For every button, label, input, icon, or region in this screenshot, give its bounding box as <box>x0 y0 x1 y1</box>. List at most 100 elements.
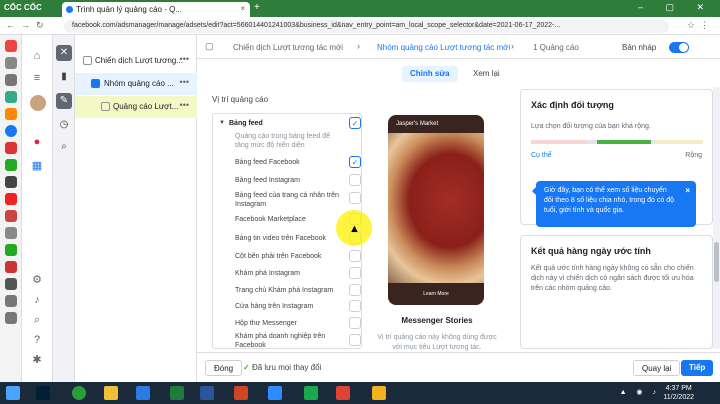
coccoc-icon[interactable] <box>304 386 318 400</box>
tree-adset[interactable]: Nhóm quảng cáo ... ••• <box>75 73 197 95</box>
gear-icon[interactable] <box>4 227 17 239</box>
bookmark-icon[interactable] <box>4 74 17 86</box>
bell-icon[interactable]: ♪ <box>30 293 44 307</box>
placement-checkbox[interactable] <box>349 250 361 262</box>
folder-icon[interactable] <box>104 386 118 400</box>
collapse-icon[interactable]: ▢ <box>205 41 214 52</box>
powerpoint-icon[interactable] <box>234 386 248 400</box>
shopping-icon[interactable] <box>4 244 17 256</box>
placement-checkbox[interactable] <box>349 267 361 279</box>
clock-icon[interactable]: ◷ <box>56 117 72 133</box>
bell-icon[interactable] <box>4 295 17 307</box>
tab-edit[interactable]: Chỉnh sửa <box>402 66 458 82</box>
shopee-icon[interactable] <box>4 142 17 154</box>
settings-icon[interactable] <box>4 57 17 69</box>
tiki-icon[interactable] <box>4 210 17 222</box>
new-tab-button[interactable]: + <box>254 2 260 13</box>
chrome-icon[interactable] <box>72 386 86 400</box>
close-button[interactable]: Đóng <box>205 360 243 376</box>
placement-checkbox[interactable] <box>349 317 361 329</box>
more-icon[interactable]: ••• <box>180 77 189 87</box>
taskbar: ▲ ◉ ♪ 4:37 PM 11/2/2022 <box>0 382 720 404</box>
tree-campaign-label: Chiến dịch Lượt tương... <box>95 56 183 65</box>
draft-toggle[interactable] <box>669 42 689 53</box>
close-editor-icon[interactable]: ✕ <box>56 45 72 61</box>
windows-start-icon[interactable] <box>6 386 20 400</box>
crown-icon[interactable] <box>4 108 17 120</box>
app-icon[interactable] <box>136 386 150 400</box>
scrollbar[interactable] <box>713 87 720 349</box>
zoom-icon[interactable] <box>268 386 282 400</box>
notification-icon[interactable] <box>4 261 17 273</box>
caret-down-icon[interactable]: ▼ <box>219 120 225 126</box>
url-field[interactable]: facebook.com/adsmanager/manage/adsets/ed… <box>64 20 669 33</box>
placement-checkbox[interactable] <box>349 174 361 186</box>
story-preview[interactable]: Jasper's Market Learn More <box>388 115 484 305</box>
back-button[interactable]: Quay lại <box>633 360 681 376</box>
coccoc-icon[interactable] <box>4 40 17 52</box>
word-icon[interactable] <box>200 386 214 400</box>
extension-icons[interactable]: ☆⋮ <box>687 20 714 31</box>
search-icon[interactable]: ⌕ <box>30 313 44 327</box>
group-checkbox[interactable]: ✓ <box>349 117 361 129</box>
more-icon[interactable]: ••• <box>180 54 189 64</box>
tree-ad-label: Quảng cáo Lượt... <box>113 102 179 111</box>
placement-checkbox[interactable] <box>349 192 361 204</box>
grid-icon[interactable] <box>4 91 17 103</box>
placement-checkbox[interactable] <box>349 284 361 296</box>
placement-checkbox[interactable] <box>349 300 361 312</box>
mouse-cursor-icon: ▲ <box>349 223 360 235</box>
browser-tab[interactable]: Trình quản lý quảng cáo - Q... × <box>62 2 250 17</box>
crumb-campaign[interactable]: Chiến dịch Lượt tương tác mới <box>233 43 343 52</box>
ad-preview: Jasper's Market Learn More Messenger Sto… <box>372 113 502 351</box>
photoshop-icon[interactable] <box>36 386 50 400</box>
nav-arrows-icon[interactable]: ←→↻ <box>6 20 50 31</box>
bug-icon[interactable]: ✱ <box>30 353 44 367</box>
help-icon[interactable]: ? <box>30 333 44 347</box>
avatar[interactable] <box>30 95 46 111</box>
tree-campaign[interactable]: Chiến dịch Lượt tương... ••• <box>75 50 197 72</box>
browser-tabbar: CỐC CỐC Trình quản lý quảng cáo - Q... ×… <box>0 0 720 17</box>
next-button[interactable]: Tiếp <box>681 360 714 376</box>
placement-item: Cửa hàng trên Instagram <box>235 303 314 310</box>
ads-manager-rail: ⌂ ≡ ● ▦ ⚙ ♪ ⌕ ? ✱ <box>22 35 53 382</box>
crumb-adset[interactable]: Nhóm quảng cáo Lượt tương tác mới <box>377 43 510 52</box>
gear-icon[interactable]: ⚙ <box>30 273 44 287</box>
zoom-icon[interactable]: ⌕ <box>56 139 72 155</box>
youtube-icon[interactable] <box>4 193 17 205</box>
browser-sidebar <box>0 35 22 382</box>
window-controls[interactable]: – ▢ ✕ <box>638 2 714 13</box>
messenger-icon[interactable] <box>4 125 17 137</box>
bug-icon[interactable] <box>4 312 17 324</box>
tab-preview[interactable]: Xem lại <box>465 66 508 82</box>
alert-icon[interactable]: ● <box>30 135 44 149</box>
home-icon[interactable]: ⌂ <box>30 49 44 63</box>
add-icon[interactable] <box>4 176 17 188</box>
chevron-right-icon: › <box>511 41 514 51</box>
clock[interactable]: 4:37 PM 11/2/2022 <box>663 384 694 402</box>
record-icon[interactable] <box>336 386 350 400</box>
search-icon[interactable] <box>4 278 17 290</box>
food-image <box>388 133 484 283</box>
app-icon[interactable] <box>372 386 386 400</box>
placement-item: Bảng feed Facebook <box>235 159 300 166</box>
more-icon[interactable]: ••• <box>180 100 189 110</box>
crumb-ad[interactable]: 1 Quảng cáo <box>533 43 579 52</box>
table-icon[interactable]: ▦ <box>30 159 44 173</box>
edit-icon[interactable]: ✎ <box>56 93 72 109</box>
close-tab-icon[interactable]: × <box>240 4 245 13</box>
placement-checkbox[interactable]: ✓ <box>349 156 361 168</box>
chart-icon[interactable]: ▮ <box>56 69 72 85</box>
results-title: Kết quả hàng ngày ước tính <box>531 246 651 256</box>
excel-icon[interactable] <box>170 386 184 400</box>
close-icon[interactable]: × <box>685 186 690 196</box>
preview-note: Vị trí quảng cáo này không dùng được với… <box>377 334 497 351</box>
system-tray[interactable]: ▲ ◉ ♪ <box>620 388 660 396</box>
menu-icon[interactable]: ≡ <box>30 71 44 85</box>
tree-ad[interactable]: Quảng cáo Lượt... ••• <box>75 96 197 118</box>
placement-checkbox[interactable] <box>349 334 361 346</box>
placement-item: Bảng feed của trang cá nhân trên Instagr… <box>235 192 339 208</box>
game-icon[interactable] <box>4 159 17 171</box>
audience-meter <box>531 140 703 144</box>
check-icon: ✓ <box>243 363 252 372</box>
